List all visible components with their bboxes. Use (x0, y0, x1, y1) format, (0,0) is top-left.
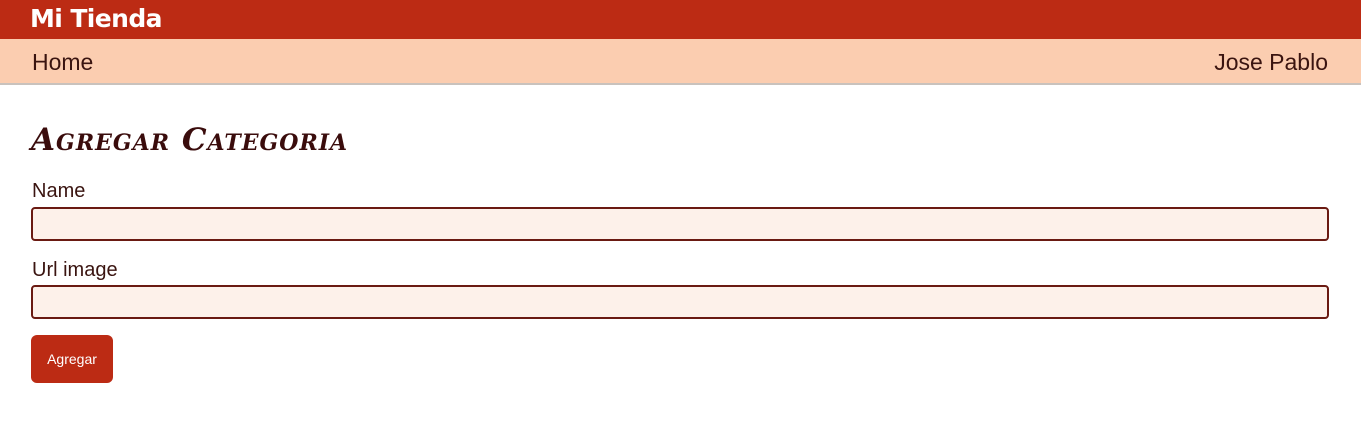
url-image-input[interactable] (31, 285, 1329, 319)
navigation-bar: Home Jose Pablo (0, 39, 1361, 85)
add-category-button[interactable]: Agregar (31, 335, 113, 383)
top-header-bar: Mi Tienda (0, 0, 1361, 39)
nav-user-link[interactable]: Jose Pablo (1214, 48, 1328, 76)
name-input[interactable] (31, 207, 1329, 241)
page-title: Agregar Categoria (31, 122, 349, 158)
name-field-label: Name (32, 180, 86, 202)
url-image-field-label: Url image (32, 259, 118, 281)
nav-home-link[interactable]: Home (32, 48, 93, 76)
brand-logo-text[interactable]: Mi Tienda (30, 2, 163, 36)
